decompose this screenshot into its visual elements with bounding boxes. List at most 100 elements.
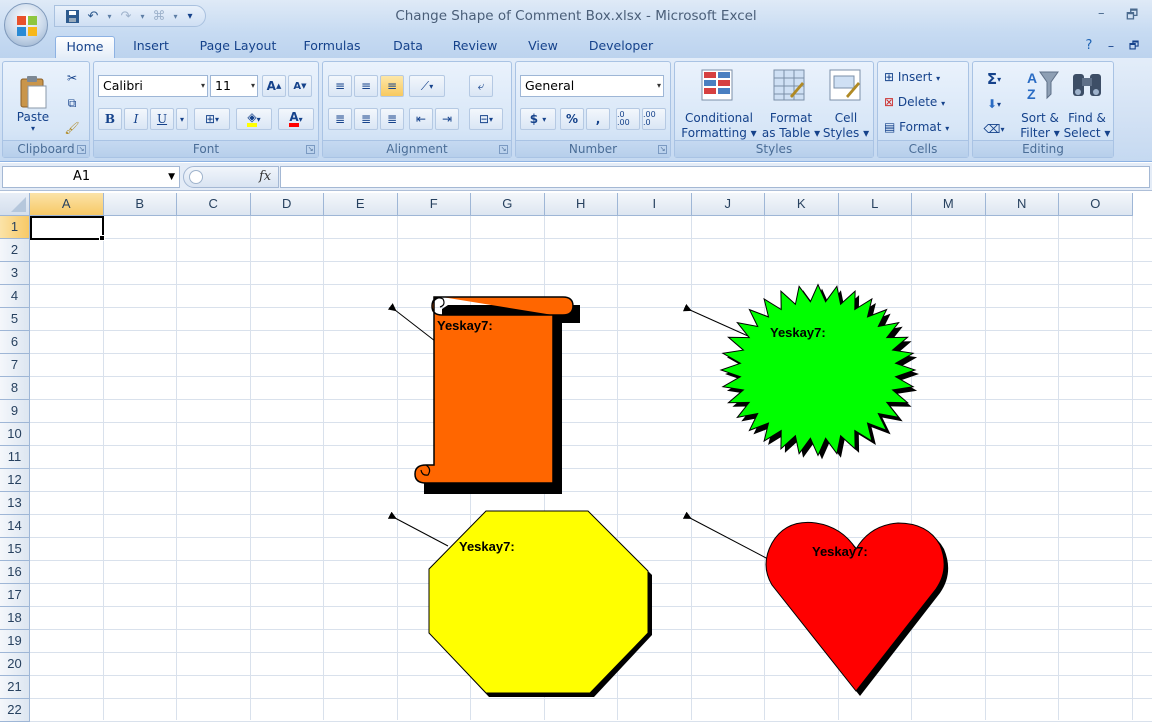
clipboard-launcher-icon[interactable]: ↘ bbox=[77, 145, 86, 154]
merge-center-icon[interactable]: ⊟ ▾ bbox=[469, 108, 503, 130]
undo-icon[interactable]: ↶ bbox=[84, 7, 102, 25]
align-right-icon[interactable]: ≣ bbox=[380, 108, 404, 130]
restore-button[interactable]: 🗗 bbox=[1126, 6, 1138, 28]
cell-styles-icon[interactable] bbox=[827, 67, 863, 103]
currency-button[interactable]: $ ▾ bbox=[520, 108, 556, 130]
font-size-box[interactable]: 11 ▾ bbox=[210, 75, 258, 97]
decrease-indent-icon[interactable]: ⇤ bbox=[409, 108, 433, 130]
find-select-icon[interactable] bbox=[1069, 67, 1105, 103]
comment-starburst-shape[interactable]: Yeskay7: bbox=[682, 283, 919, 460]
insert-cells-button[interactable]: ⊞ Insert ▾ bbox=[884, 70, 964, 86]
italic-button[interactable]: I bbox=[124, 108, 148, 130]
customize-qat-button[interactable]: ▾ bbox=[183, 7, 197, 25]
tab-page-layout[interactable]: Page Layout bbox=[192, 36, 284, 58]
clear-icon[interactable]: ⌫ ▾ bbox=[979, 120, 1009, 138]
formula-input[interactable] bbox=[280, 166, 1150, 188]
increase-decimal-button[interactable]: .0 .00 bbox=[616, 108, 640, 130]
format-painter-icon[interactable]: 🖌 bbox=[61, 118, 83, 138]
tab-view[interactable]: View bbox=[520, 36, 566, 58]
name-box[interactable]: A1 ▼ bbox=[2, 166, 180, 188]
delete-cells-button[interactable]: ⊠ Delete ▾ bbox=[884, 95, 964, 111]
orientation-icon[interactable]: ⟋ ▾ bbox=[409, 75, 445, 97]
cut-icon[interactable]: ✂ bbox=[61, 68, 83, 88]
help-icon[interactable]: ? bbox=[1080, 36, 1098, 58]
tab-home[interactable]: Home bbox=[55, 36, 115, 58]
increase-indent-icon[interactable]: ⇥ bbox=[435, 108, 459, 130]
cells-group: ⊞ Insert ▾ ⊠ Delete ▾ ▤ Format ▾ Cells bbox=[877, 61, 969, 158]
tab-insert[interactable]: Insert bbox=[124, 36, 178, 58]
comment-author: Yeskay7: bbox=[770, 325, 826, 340]
ribbon-minimize-icon[interactable]: – bbox=[1104, 36, 1118, 58]
format-as-table-button[interactable]: Format as Table ▾ bbox=[761, 111, 821, 141]
autosum-icon[interactable]: Σ ▾ bbox=[979, 70, 1009, 88]
shrink-font-icon[interactable]: A ▼ bbox=[288, 75, 312, 97]
wrap-text-icon[interactable]: ⤶ bbox=[469, 75, 493, 97]
bold-button[interactable]: B bbox=[98, 108, 122, 130]
comment-octagon-shape[interactable]: Yeskay7: bbox=[387, 510, 652, 697]
insert-function-button[interactable]: fx bbox=[259, 169, 271, 184]
underline-button[interactable]: U bbox=[150, 108, 174, 130]
ribbon-tabs: Home Insert Page Layout Formulas Data Re… bbox=[0, 32, 1152, 58]
undo-dropdown-icon[interactable]: ▾ bbox=[105, 7, 114, 25]
comment-scroll-shape[interactable]: Yeskay7: bbox=[387, 296, 580, 494]
expand-formula-icon[interactable] bbox=[189, 170, 203, 184]
form-icon[interactable]: ⌘ bbox=[150, 7, 168, 25]
format-cells-button[interactable]: ▤ Format ▾ bbox=[884, 120, 964, 136]
fill-icon[interactable]: ⬇ ▾ bbox=[979, 95, 1009, 113]
font-name-value: Calibri bbox=[103, 78, 143, 93]
align-left-icon[interactable]: ≣ bbox=[328, 108, 352, 130]
sort-filter-icon[interactable]: AZ bbox=[1025, 67, 1061, 103]
worksheet-grid[interactable]: ABCDEFGHIJKLMNO 1 2 3 4 5 6 7 8 9 10 11 12 13 14 15 16 1… bbox=[0, 193, 1152, 722]
borders-icon[interactable]: ⊞ ▾ bbox=[194, 108, 230, 130]
office-button[interactable] bbox=[4, 3, 48, 47]
clipboard-group: Paste ▾ ✂ ⧉ 🖌 Clipboard ↘ bbox=[2, 61, 90, 158]
find-select-button[interactable]: Find & Select ▾ bbox=[1061, 111, 1113, 141]
sort-filter-button[interactable]: Sort & Filter ▾ bbox=[1013, 111, 1067, 141]
comment-author: Yeskay7: bbox=[812, 544, 868, 559]
number-format-value: General bbox=[525, 78, 575, 93]
font-color-icon[interactable]: A ▾ bbox=[278, 108, 314, 130]
delete-cells-icon: ⊠ bbox=[884, 95, 895, 109]
paste-label: Paste bbox=[16, 109, 50, 124]
tab-data[interactable]: Data bbox=[385, 36, 431, 58]
bottom-align-icon[interactable]: ≡ bbox=[380, 75, 404, 97]
styles-group: Conditional Formatting ▾ Format as Table ▾… bbox=[674, 61, 874, 158]
redo-dropdown-icon[interactable]: ▾ bbox=[138, 7, 147, 25]
insert-cells-icon: ⊞ bbox=[884, 70, 895, 84]
top-align-icon[interactable]: ≡ bbox=[328, 75, 352, 97]
underline-dropdown-icon[interactable]: ▾ bbox=[176, 108, 188, 130]
conditional-formatting-button[interactable]: Conditional Formatting ▾ bbox=[677, 111, 761, 141]
form-dropdown-icon[interactable]: ▾ bbox=[171, 7, 180, 25]
fill-color-icon[interactable]: ◈ ▾ bbox=[236, 108, 272, 130]
copy-icon[interactable]: ⧉ bbox=[61, 93, 83, 113]
comma-button[interactable]: , bbox=[586, 108, 610, 130]
number-format-box[interactable]: General ▾ bbox=[520, 75, 664, 97]
tab-review[interactable]: Review bbox=[446, 36, 504, 58]
comment-heart-shape[interactable]: Yeskay7: bbox=[682, 511, 949, 696]
comment-author: Yeskay7: bbox=[437, 318, 493, 333]
save-icon[interactable] bbox=[63, 7, 81, 25]
alignment-launcher-icon[interactable]: ↘ bbox=[499, 145, 508, 154]
tab-developer[interactable]: Developer bbox=[582, 36, 660, 58]
conditional-formatting-icon[interactable] bbox=[699, 67, 735, 103]
office-logo-icon bbox=[17, 16, 37, 36]
font-launcher-icon[interactable]: ↘ bbox=[306, 145, 315, 154]
number-label: Number bbox=[516, 140, 670, 157]
minimize-button[interactable]: – bbox=[1098, 6, 1105, 21]
name-box-dropdown-icon[interactable]: ▼ bbox=[168, 167, 175, 187]
cell-styles-button[interactable]: Cell Styles ▾ bbox=[821, 111, 871, 141]
number-launcher-icon[interactable]: ↘ bbox=[658, 145, 667, 154]
percent-button[interactable]: % bbox=[560, 108, 584, 130]
align-center-icon[interactable]: ≣ bbox=[354, 108, 378, 130]
font-name-box[interactable]: Calibri ▾ bbox=[98, 75, 208, 97]
paste-button[interactable]: Paste ▾ bbox=[11, 68, 55, 138]
tab-formulas[interactable]: Formulas bbox=[296, 36, 368, 58]
decrease-decimal-button[interactable]: .00 .0 bbox=[642, 108, 666, 130]
middle-align-icon[interactable]: ≡ bbox=[354, 75, 378, 97]
grow-font-icon[interactable]: A ▲ bbox=[262, 75, 286, 97]
alignment-label: Alignment bbox=[323, 140, 511, 157]
styles-label: Styles bbox=[675, 140, 873, 157]
redo-icon[interactable]: ↷ bbox=[117, 7, 135, 25]
format-as-table-icon[interactable] bbox=[771, 67, 807, 103]
ribbon-restore-icon[interactable]: 🗗 bbox=[1126, 36, 1142, 58]
